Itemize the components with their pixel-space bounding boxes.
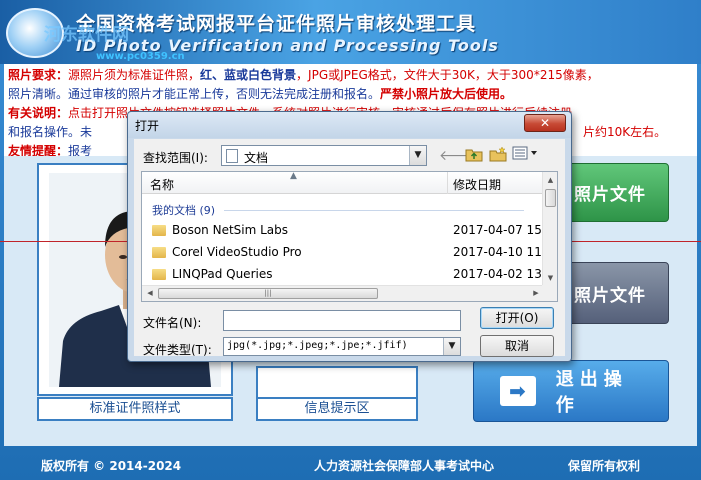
scroll-down-icon[interactable]: ▼ bbox=[544, 271, 557, 285]
notice-label-requirements: 照片要求： bbox=[8, 68, 69, 82]
folder-icon bbox=[152, 269, 166, 280]
info-area bbox=[256, 366, 418, 398]
look-in-dropdown[interactable]: 文档 ▼ bbox=[221, 145, 427, 166]
filetype-dropdown[interactable]: jpg(*.jpg;*.jpeg;*.jpe;*.jfif) ▼ bbox=[223, 337, 461, 356]
look-in-value: 文档 bbox=[244, 151, 269, 165]
scrollbar-corner bbox=[542, 285, 557, 301]
dialog-title: 打开 bbox=[135, 119, 160, 133]
look-in-label: 查找范围(I): bbox=[143, 151, 208, 165]
file-list[interactable]: 名称 ▲ 修改日期 我的文档 (9) Boson NetSim Labs 201… bbox=[141, 171, 558, 302]
file-date: 2017-04-10 11:4 bbox=[453, 245, 544, 259]
file-list-header: 名称 ▲ 修改日期 bbox=[142, 172, 544, 194]
filetype-value: jpg(*.jpg;*.jpeg;*.jpe;*.jfif) bbox=[227, 340, 408, 351]
list-item[interactable]: LINQPad Queries 2017-04-02 13:2 bbox=[150, 265, 544, 285]
column-divider[interactable] bbox=[447, 172, 448, 194]
chevron-down-icon[interactable]: ▼ bbox=[409, 146, 426, 165]
list-item[interactable]: Corel VideoStudio Pro 2017-04-10 11:4 bbox=[150, 243, 544, 263]
sample-photo-caption: 标准证件照样式 bbox=[37, 397, 233, 421]
group-divider bbox=[224, 210, 524, 211]
arrow-right-icon: ➡ bbox=[500, 376, 536, 406]
banner: 全国资格考试网报平台证件照片审核处理工具 ID Photo Verificati… bbox=[0, 0, 701, 64]
open-file-dialog: 打开 ✕ 查找范围(I): 文档 ▼ 🡐 名称 ▲ 修改日期 我的文档 (9) … bbox=[127, 111, 572, 362]
file-name: LINQPad Queries bbox=[172, 267, 273, 281]
notice-line-1: 照片要求：源照片须为标准证件照，红、蓝或白色背景，JPG或JPEG格式，文件大于… bbox=[8, 68, 599, 82]
dialog-titlebar[interactable]: 打开 ✕ bbox=[128, 112, 571, 138]
close-icon: ✕ bbox=[539, 116, 551, 130]
document-folder-icon bbox=[226, 149, 238, 163]
process-photo-label: 照片文件 bbox=[574, 285, 646, 306]
notice-label-notes: 有关说明： bbox=[8, 106, 69, 120]
file-date: 2017-04-07 15:3 bbox=[453, 223, 544, 237]
file-name: Corel VideoStudio Pro bbox=[172, 245, 302, 259]
horizontal-scroll-thumb[interactable]: ||| bbox=[158, 288, 378, 299]
column-name[interactable]: 名称 bbox=[150, 176, 174, 193]
open-button[interactable]: 打开(O) bbox=[480, 307, 554, 329]
footer-rights: 保留所有权利 bbox=[568, 459, 641, 473]
close-button[interactable]: ✕ bbox=[524, 114, 566, 132]
footer: 版权所有 © 2014-2024 人力资源社会保障部人事考试中心 保留所有权利 bbox=[0, 448, 701, 480]
open-photo-label: 照片文件 bbox=[574, 185, 646, 205]
chevron-down-icon[interactable]: ▼ bbox=[443, 338, 460, 355]
watermark-url: www.pc0359.cn bbox=[96, 51, 185, 62]
horizontal-scrollbar[interactable]: ◀ ||| ▶ bbox=[142, 285, 544, 301]
filetype-label: 文件类型(T): bbox=[143, 343, 212, 357]
filename-input[interactable] bbox=[223, 310, 461, 331]
dialog-body: 查找范围(I): 文档 ▼ 🡐 名称 ▲ 修改日期 我的文档 (9) Boson… bbox=[134, 139, 565, 357]
exit-button[interactable]: ➡ 退出操作 bbox=[473, 360, 669, 422]
sort-asc-icon: ▲ bbox=[290, 171, 297, 181]
info-caption: 信息提示区 bbox=[256, 397, 418, 421]
notice-line-2: 照片清晰。通过审核的照片才能正常上传，否则无法完成注册和报名。严禁小照片放大后使… bbox=[8, 87, 513, 101]
group-header[interactable]: 我的文档 (9) bbox=[152, 202, 215, 218]
back-arrow-icon[interactable]: 🡐 bbox=[439, 146, 477, 166]
new-folder-icon[interactable] bbox=[487, 146, 509, 166]
file-name: Boson NetSim Labs bbox=[172, 223, 289, 237]
filename-label: 文件名(N): bbox=[143, 316, 202, 330]
app-title-cn: 全国资格考试网报平台证件照片审核处理工具 bbox=[76, 13, 477, 35]
column-date[interactable]: 修改日期 bbox=[453, 176, 501, 193]
up-folder-icon[interactable] bbox=[463, 146, 485, 166]
watermark-text: 河东软件网 bbox=[44, 25, 129, 45]
scroll-left-icon[interactable]: ◀ bbox=[143, 287, 157, 300]
exit-label: 退出操作 bbox=[555, 369, 628, 416]
scroll-up-icon[interactable]: ▲ bbox=[544, 173, 557, 187]
footer-org: 人力资源社会保障部人事考试中心 bbox=[314, 459, 495, 473]
view-menu-icon[interactable] bbox=[511, 146, 541, 166]
footer-copyright: 版权所有 © 2014-2024 bbox=[41, 459, 182, 473]
list-item[interactable]: Boson NetSim Labs 2017-04-07 15:3 bbox=[150, 221, 544, 241]
vertical-scroll-thumb[interactable] bbox=[545, 189, 556, 207]
file-date: 2017-04-02 13:2 bbox=[453, 267, 544, 281]
vertical-scrollbar[interactable]: ▲ ▼ bbox=[542, 172, 557, 286]
folder-icon bbox=[152, 225, 166, 236]
folder-icon bbox=[152, 247, 166, 258]
scroll-right-icon[interactable]: ▶ bbox=[529, 287, 543, 300]
cancel-button[interactable]: 取消 bbox=[480, 335, 554, 357]
